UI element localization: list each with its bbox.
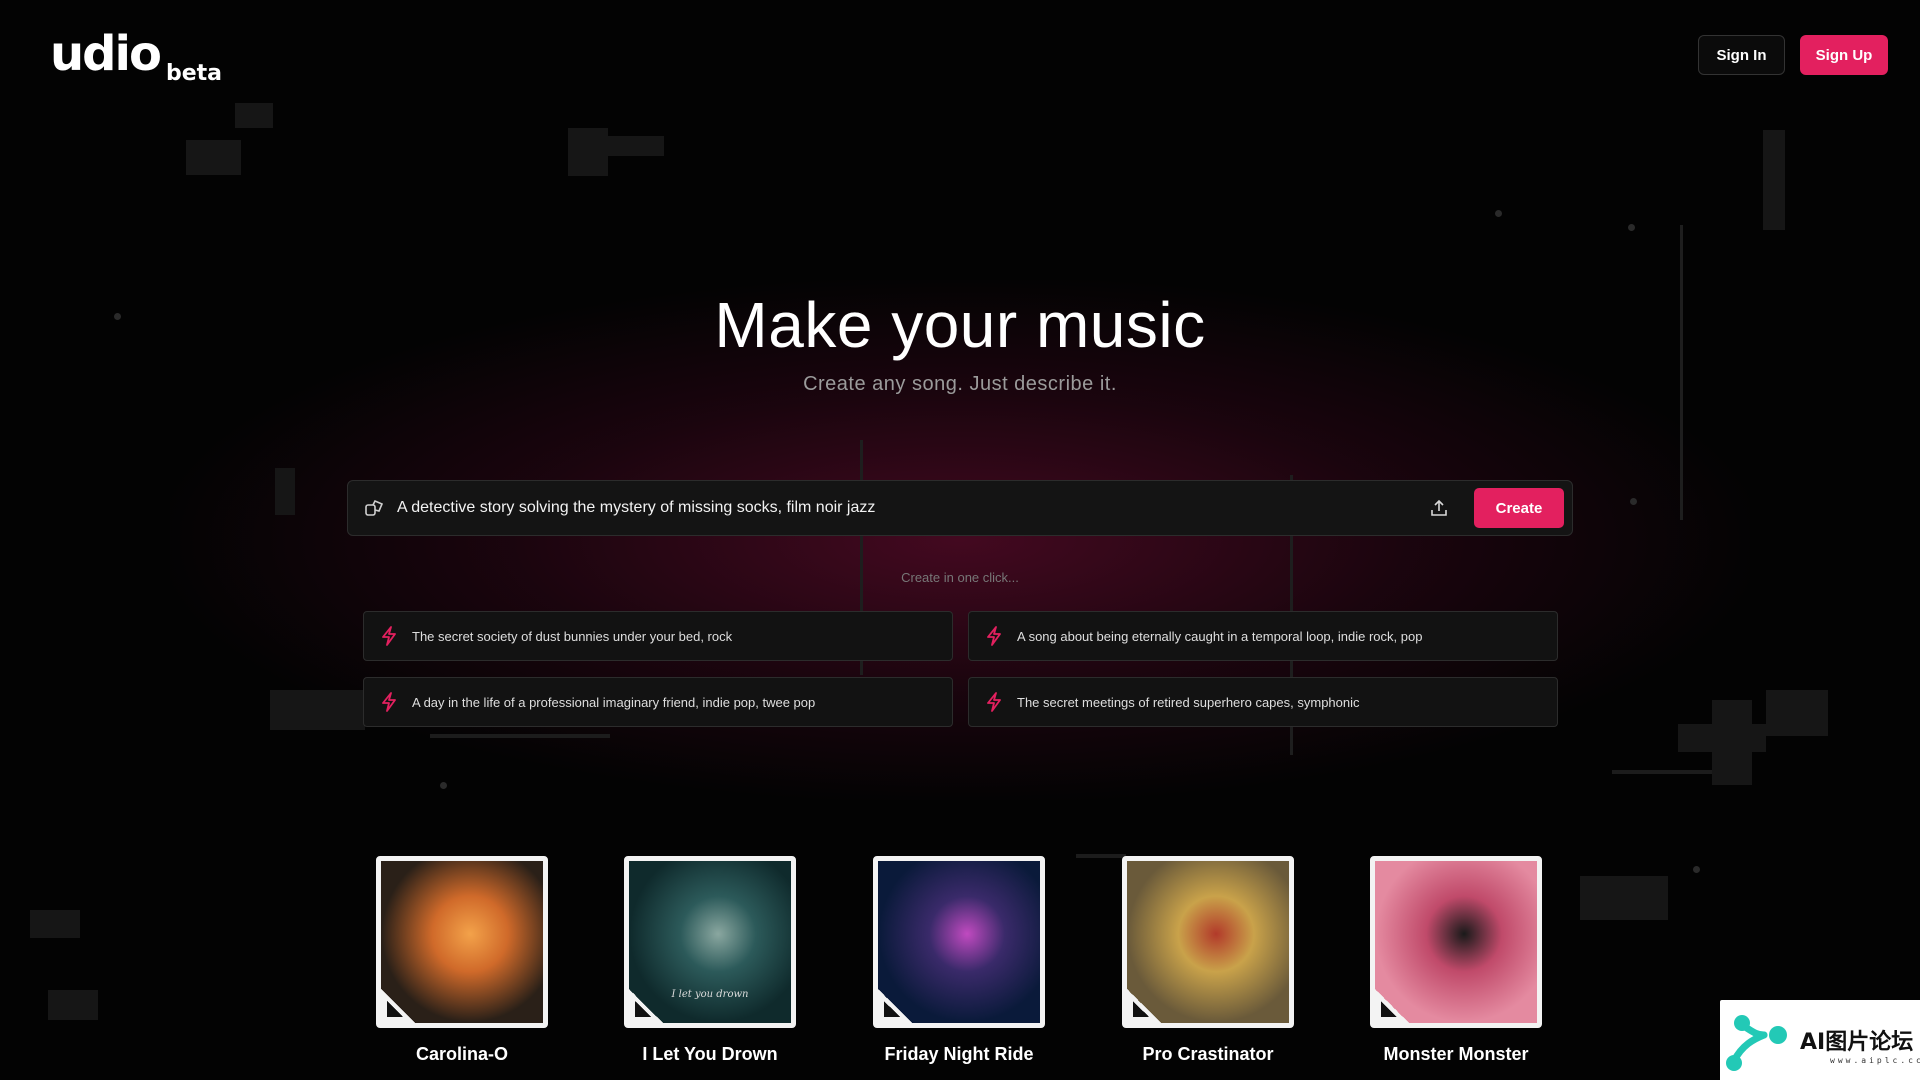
sign-up-button[interactable]: Sign Up: [1800, 35, 1888, 75]
watermark-text: AI图片论坛: [1800, 1030, 1914, 1055]
decor-block: [30, 910, 80, 938]
song-card[interactable]: Monster Monster: [1368, 856, 1544, 1065]
decor-block: [568, 128, 608, 176]
cover-corner-fold: [387, 1001, 403, 1017]
suggestion-text: The secret meetings of retired superhero…: [1017, 694, 1360, 710]
song-cover[interactable]: [376, 856, 548, 1028]
watermark-logo-icon: [1726, 1015, 1787, 1071]
suggestion-text: The secret society of dust bunnies under…: [412, 628, 733, 644]
upload-icon[interactable]: [1426, 495, 1452, 521]
watermark: AI图片论坛 www.aiplc.cc: [1720, 1000, 1920, 1080]
page: udio beta Sign In Sign Up Make your musi…: [0, 0, 1920, 1080]
create-button[interactable]: Create: [1474, 488, 1564, 528]
bolt-icon: [987, 626, 1001, 646]
cover-corner-fold: [1133, 1001, 1149, 1017]
prompt-bar: Create: [347, 480, 1573, 536]
decor-block: [275, 468, 295, 515]
decor-block: [608, 136, 664, 156]
decor-line: [1076, 854, 1126, 858]
suggestion-card[interactable]: The secret meetings of retired superhero…: [968, 677, 1558, 727]
song-cover[interactable]: [1370, 856, 1542, 1028]
decor-dot: [1630, 498, 1637, 505]
decor-block: [270, 690, 365, 730]
watermark-subtext: www.aiplc.cc: [1830, 1056, 1920, 1065]
bolt-icon: [987, 692, 1001, 712]
shuffle-icon[interactable]: [363, 497, 385, 519]
song-card[interactable]: Pro Crastinator: [1120, 856, 1296, 1065]
decor-dot: [1628, 224, 1635, 231]
cover-corner-fold: [635, 1001, 651, 1017]
decor-block: [186, 140, 241, 175]
logo-beta-badge: beta: [165, 61, 222, 86]
logo-wordmark: udio: [50, 26, 162, 82]
song-title[interactable]: Friday Night Ride: [871, 1044, 1047, 1065]
song-title[interactable]: Carolina-O: [374, 1044, 550, 1065]
cover-corner-fold: [884, 1001, 900, 1017]
decor-block: [235, 103, 273, 128]
song-cover[interactable]: [873, 856, 1045, 1028]
decor-block: [1763, 130, 1785, 230]
suggestion-text: A song about being eternally caught in a…: [1017, 628, 1423, 644]
prompt-input[interactable]: [397, 488, 1426, 528]
song-card[interactable]: Friday Night Ride: [871, 856, 1047, 1065]
song-cover[interactable]: I let you drown: [624, 856, 796, 1028]
decor-line: [430, 734, 610, 738]
decor-dot: [1495, 210, 1502, 217]
song-title[interactable]: Pro Crastinator: [1120, 1044, 1296, 1065]
song-cover[interactable]: [1122, 856, 1294, 1028]
song-card[interactable]: Carolina-O: [374, 856, 550, 1065]
suggestion-card[interactable]: The secret society of dust bunnies under…: [363, 611, 953, 661]
hero-subtitle: Create any song. Just describe it.: [803, 373, 1117, 395]
decor-line: [1612, 770, 1712, 774]
bolt-icon: [382, 626, 396, 646]
suggestion-card[interactable]: A song about being eternally caught in a…: [968, 611, 1558, 661]
decor-dot: [1693, 866, 1700, 873]
hero-title: Make your music: [714, 289, 1206, 361]
bolt-icon: [382, 692, 396, 712]
suggestion-text: A day in the life of a professional imag…: [412, 694, 816, 710]
decor-dot: [440, 782, 447, 789]
decor-block: [48, 990, 98, 1020]
udio-logo[interactable]: udio beta: [50, 26, 222, 86]
decor-block: [1580, 876, 1668, 920]
cover-corner-fold: [1381, 1001, 1397, 1017]
suggestion-card[interactable]: A day in the life of a professional imag…: [363, 677, 953, 727]
song-card[interactable]: I let you drown I Let You Drown: [622, 856, 798, 1065]
decor-block: [1766, 690, 1828, 736]
sign-in-button[interactable]: Sign In: [1698, 35, 1785, 75]
decor-block: [1678, 724, 1766, 752]
song-title[interactable]: I Let You Drown: [622, 1044, 798, 1065]
song-title[interactable]: Monster Monster: [1368, 1044, 1544, 1065]
one-click-label: Create in one click...: [901, 570, 1019, 585]
